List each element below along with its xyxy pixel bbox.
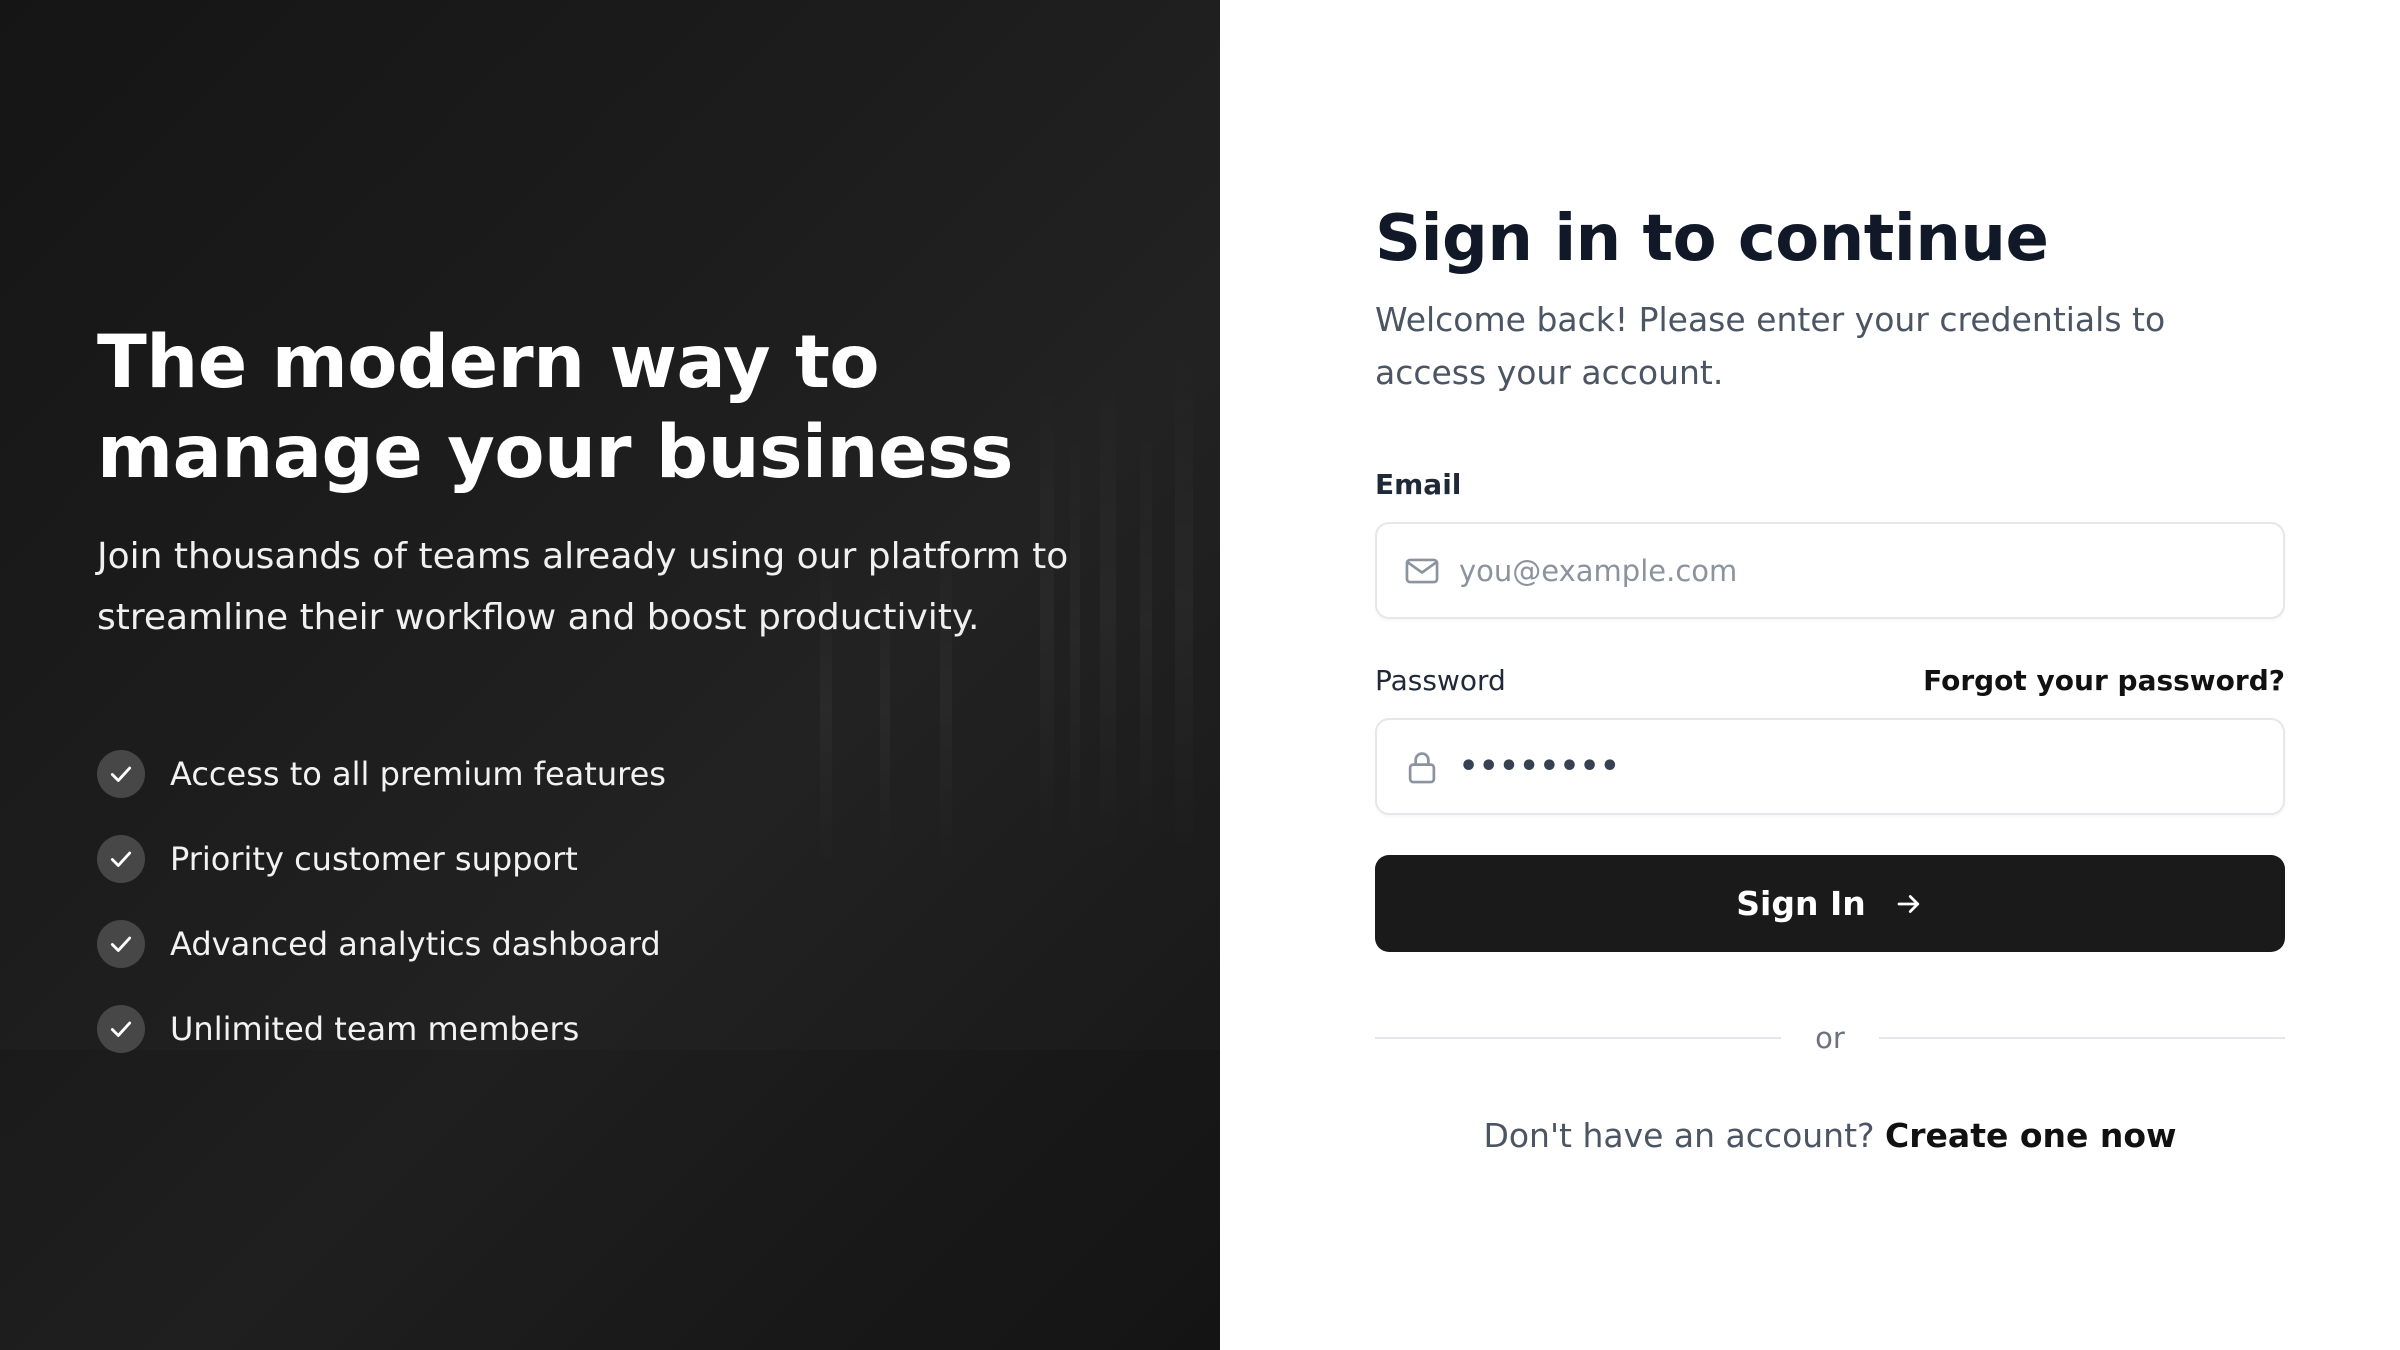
feature-list: Access to all premium features Priority …	[97, 750, 1137, 1053]
password-input-wrapper: ••••••••	[1375, 718, 2285, 815]
feature-item: Advanced analytics dashboard	[97, 920, 1137, 968]
lock-icon	[1402, 747, 1442, 787]
feature-item: Access to all premium features	[97, 750, 1137, 798]
form-subtitle: Welcome back! Please enter your credenti…	[1375, 300, 2166, 392]
sign-in-button[interactable]: Sign In	[1375, 855, 2285, 952]
or-divider: or	[1375, 1020, 2286, 1056]
feature-label: Advanced analytics dashboard	[170, 925, 661, 963]
feature-item: Unlimited team members	[97, 1005, 1137, 1053]
email-input[interactable]	[1377, 524, 2283, 617]
form-title: Sign in to continue	[1375, 202, 2049, 276]
forgot-password-link[interactable]: Forgot your password?	[1923, 663, 2285, 699]
signin-form: Sign in to continue Welcome back! Please…	[1375, 197, 2286, 1155]
hero-subtitle: Join thousands of teams already using ou…	[97, 536, 1069, 638]
mail-icon	[1402, 551, 1442, 591]
feature-label: Access to all premium features	[170, 755, 666, 793]
password-field-group: Password Forgot your password? ••••••••	[1375, 663, 2285, 815]
hero-panel: The modern way to manage your business J…	[0, 0, 1220, 1350]
check-icon	[97, 750, 145, 798]
feature-label: Priority customer support	[170, 840, 578, 878]
divider-text: or	[1815, 1021, 1845, 1055]
email-label: Email	[1375, 468, 1462, 501]
check-icon	[97, 835, 145, 883]
login-page: The modern way to manage your business J…	[0, 0, 2400, 1350]
divider-line-right	[1878, 1037, 2286, 1039]
email-field-group: Email	[1375, 467, 2285, 619]
signup-prompt-row: Don't have an account? Create one now	[1375, 1116, 2285, 1155]
hero-content: The modern way to manage your business J…	[97, 318, 1137, 1090]
signup-prompt: Don't have an account?	[1483, 1116, 1875, 1155]
create-account-link[interactable]: Create one now	[1885, 1116, 2176, 1155]
divider-line-left	[1375, 1037, 1782, 1039]
signin-panel: Sign in to continue Welcome back! Please…	[1220, 0, 2400, 1350]
feature-label: Unlimited team members	[170, 1010, 580, 1048]
email-input-wrapper	[1375, 522, 2285, 619]
check-icon	[97, 1005, 145, 1053]
hero-title: The modern way to manage your business	[97, 320, 1013, 495]
check-icon	[97, 920, 145, 968]
arrow-right-icon	[1894, 889, 1924, 919]
password-header: Password Forgot your password?	[1375, 663, 2285, 699]
feature-item: Priority customer support	[97, 835, 1137, 883]
sign-in-label: Sign In	[1736, 884, 1866, 923]
password-label: Password	[1375, 664, 1506, 697]
